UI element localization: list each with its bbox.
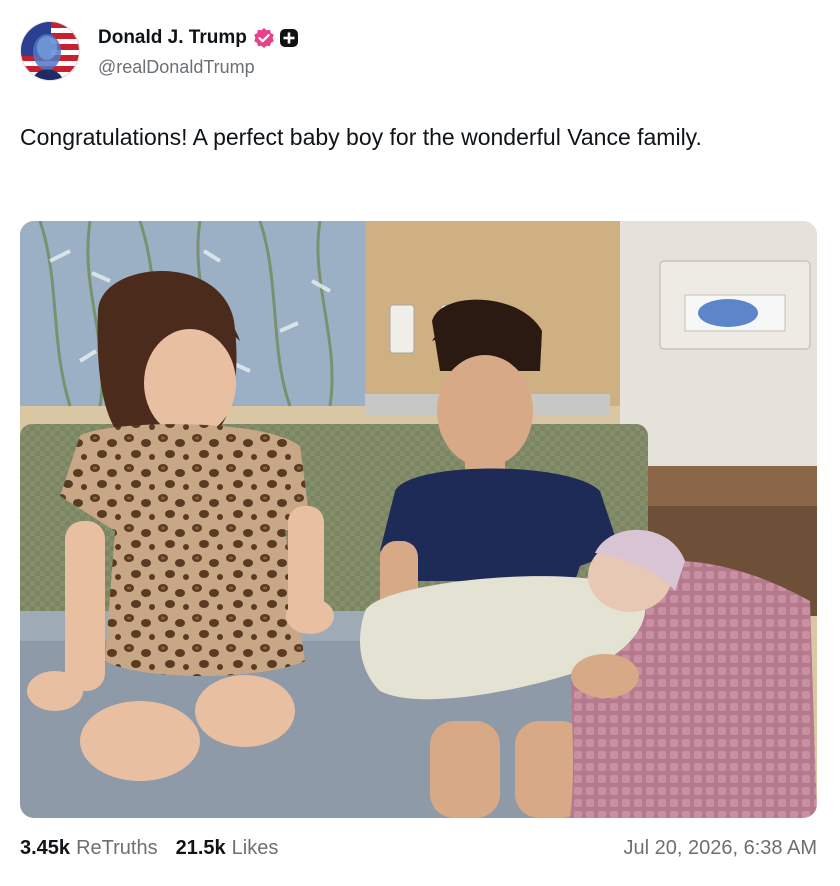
likes-count: 21.5k <box>175 836 226 859</box>
retruths-count: 3.45k <box>20 836 71 859</box>
truth-post: Donald J. Trump @realDonaldTrump Congrat… <box>0 0 840 886</box>
retruths-label: ReTruths <box>76 836 158 859</box>
name-row: Donald J. Trump <box>98 25 299 51</box>
post-image[interactable] <box>20 221 817 818</box>
likes-stat[interactable]: 21.5k Likes <box>176 837 279 860</box>
photo-two-children-with-newborn <box>20 221 817 818</box>
post-footer: 3.45k ReTruths 21.5k Likes Jul 20, 2026,… <box>20 830 817 866</box>
flag-portrait-avatar-image <box>21 22 79 80</box>
post-timestamp[interactable]: Jul 20, 2026, 6:38 AM <box>624 837 817 860</box>
verified-badge-icon <box>253 27 275 49</box>
post-text: Congratulations! A perfect baby boy for … <box>20 124 702 150</box>
likes-label: Likes <box>231 836 279 859</box>
retruths-stat[interactable]: 3.45k ReTruths <box>20 837 158 860</box>
user-handle[interactable]: @realDonaldTrump <box>98 57 299 78</box>
post-header: Donald J. Trump @realDonaldTrump <box>20 20 299 82</box>
plus-badge-icon <box>279 28 299 48</box>
display-name[interactable]: Donald J. Trump <box>98 27 247 49</box>
author-names: Donald J. Trump @realDonaldTrump <box>98 25 299 78</box>
avatar[interactable] <box>20 21 80 81</box>
